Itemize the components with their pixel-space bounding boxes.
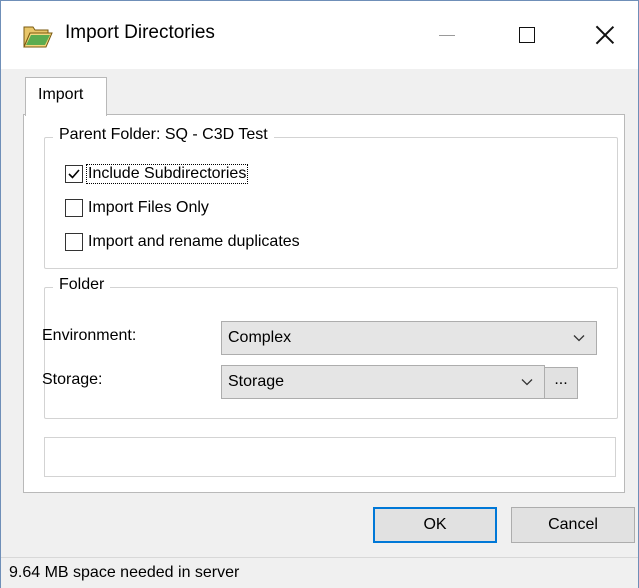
checkbox-box[interactable] bbox=[65, 233, 83, 251]
chevron-down-icon bbox=[521, 379, 533, 386]
parent-folder-group: Parent Folder: SQ - C3D Test Include Sub… bbox=[44, 126, 618, 269]
folder-group-title: Folder bbox=[53, 276, 111, 294]
status-text: 9.64 MB space needed in server bbox=[9, 564, 240, 581]
storage-value: Storage bbox=[228, 373, 285, 390]
environment-value: Complex bbox=[228, 329, 292, 346]
title-bar: Import Directories bbox=[1, 1, 638, 69]
storage-label: Storage: bbox=[42, 371, 103, 388]
checkbox-label: Include Subdirectories bbox=[85, 164, 249, 184]
include-subdirectories-checkbox[interactable]: Include Subdirectories bbox=[65, 164, 249, 184]
checkbox-label: Import Files Only bbox=[88, 199, 209, 216]
close-button[interactable] bbox=[579, 11, 631, 59]
maximize-icon bbox=[519, 27, 535, 43]
tab-panel-import: Parent Folder: SQ - C3D Test Include Sub… bbox=[23, 114, 625, 493]
parent-folder-title: Parent Folder: SQ - C3D Test bbox=[53, 126, 274, 144]
minimize-icon bbox=[439, 34, 455, 36]
minimize-button[interactable] bbox=[421, 11, 473, 59]
cancel-button[interactable]: Cancel bbox=[511, 507, 635, 543]
storage-browse-button[interactable]: ... bbox=[544, 367, 578, 399]
checkmark-icon bbox=[68, 169, 80, 179]
environment-select[interactable]: Complex bbox=[221, 321, 597, 355]
tab-import[interactable]: Import bbox=[25, 77, 107, 116]
status-bar: 9.64 MB space needed in server bbox=[1, 557, 638, 588]
folder-icon bbox=[23, 26, 53, 48]
import-rename-duplicates-checkbox[interactable]: Import and rename duplicates bbox=[65, 233, 301, 251]
import-files-only-checkbox[interactable]: Import Files Only bbox=[65, 199, 210, 217]
maximize-button[interactable] bbox=[501, 11, 553, 59]
ok-button[interactable]: OK bbox=[373, 507, 497, 543]
checkbox-box[interactable] bbox=[65, 165, 83, 183]
environment-label: Environment: bbox=[42, 327, 137, 344]
close-icon bbox=[595, 25, 615, 45]
checkbox-label: Import and rename duplicates bbox=[88, 233, 300, 250]
storage-select[interactable]: Storage bbox=[221, 365, 545, 399]
tab-label: Import bbox=[38, 86, 84, 103]
empty-info-box bbox=[44, 437, 616, 477]
window-title: Import Directories bbox=[65, 22, 215, 43]
checkbox-box[interactable] bbox=[65, 199, 83, 217]
import-directories-dialog: Import Directories Import Parent Folder:… bbox=[0, 0, 639, 588]
chevron-down-icon bbox=[573, 335, 585, 342]
